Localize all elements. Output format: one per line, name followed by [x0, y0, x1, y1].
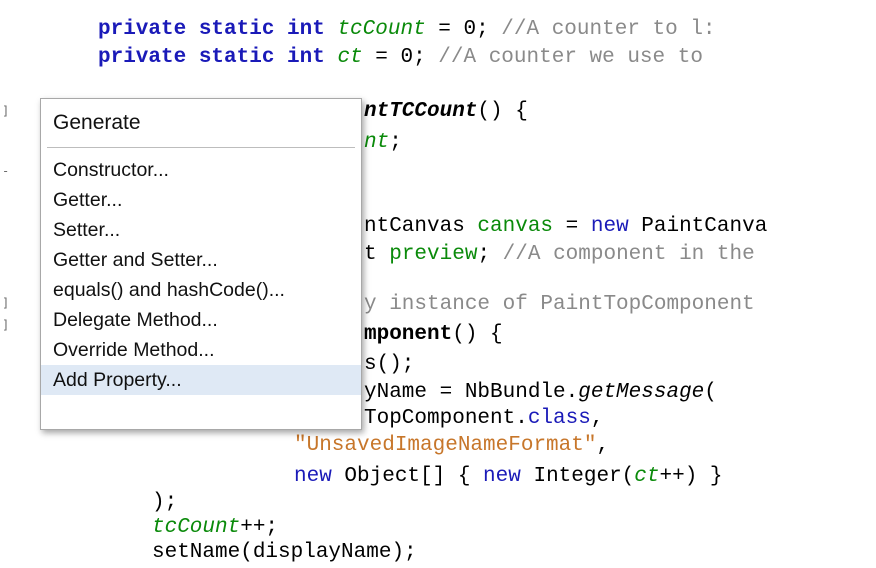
code-token: ct	[337, 46, 363, 69]
code-token: getMessage	[578, 381, 705, 404]
code-token: ;	[477, 243, 503, 266]
code-token: = 0;	[425, 18, 502, 41]
code-token: preview	[389, 243, 478, 266]
code-token: new	[590, 215, 629, 238]
menu-item-getter[interactable]: Getter...	[41, 185, 361, 215]
code-token: = 0;	[362, 46, 439, 69]
code-line: new Object[] { new Integer(ct++) }	[294, 462, 723, 492]
menu-item-override-method[interactable]: Override Method...	[41, 335, 361, 365]
code-line: private static int ct = 0; //A counter w…	[98, 43, 703, 73]
code-token: =	[553, 215, 591, 238]
menu-item-delegate-method[interactable]: Delegate Method...	[41, 305, 361, 335]
code-token: ,	[596, 434, 610, 457]
fold-marker-icon[interactable]: ]	[2, 318, 9, 332]
code-token: Object[] {	[331, 465, 484, 488]
fold-marker-icon[interactable]: ]	[2, 104, 9, 118]
code-token: "UnsavedImageNameFormat"	[294, 434, 597, 457]
code-token: (	[704, 381, 717, 404]
code-token: //A counter to l:	[501, 18, 716, 41]
code-token: nt	[364, 131, 390, 154]
code-token: y instance of PaintTopComponent	[364, 293, 755, 316]
code-token: yName = NbBundle.	[364, 381, 579, 404]
code-token: //A component in the	[502, 243, 755, 266]
code-line: t preview; //A component in the	[364, 240, 755, 270]
code-line: s();	[364, 350, 414, 380]
code-token: mponent	[364, 323, 453, 346]
code-token: private static int	[98, 18, 338, 41]
code-line: private static int tcCount = 0; //A coun…	[98, 15, 716, 45]
menu-title: Generate	[53, 111, 141, 134]
code-token: new	[294, 465, 332, 488]
code-token: ;	[389, 131, 402, 154]
code-token: );	[152, 491, 178, 514]
code-token: ,	[590, 407, 604, 430]
code-token: new	[483, 465, 521, 488]
code-token: TopComponent.	[364, 407, 528, 430]
code-token: ntCanvas	[364, 215, 478, 238]
code-token: t	[364, 243, 390, 266]
code-token: class	[527, 407, 591, 430]
menu-separator	[47, 147, 355, 148]
code-line: TopComponent.class,	[364, 404, 603, 434]
code-token: s();	[364, 353, 415, 376]
code-line: ntTCCount() {	[364, 97, 528, 127]
code-token: canvas	[477, 215, 554, 238]
code-token: setName(displayName);	[152, 541, 417, 564]
code-token: tcCount	[337, 18, 426, 41]
code-token: PaintCanva	[628, 215, 768, 238]
menu-item-setter[interactable]: Setter...	[41, 215, 361, 245]
code-token: //A counter we use to	[438, 46, 703, 69]
generate-popup-menu: Generate Constructor... Getter... Setter…	[40, 98, 362, 430]
code-line: ntCanvas canvas = new PaintCanva	[364, 212, 767, 242]
code-token: ct	[634, 465, 660, 488]
code-token: tcCount	[152, 516, 241, 539]
code-line: mponent() {	[364, 320, 503, 350]
code-token: ++;	[240, 516, 279, 539]
code-line: setName(displayName);	[152, 538, 417, 568]
code-token: Integer(	[520, 465, 635, 488]
menu-item-equals-hashcode[interactable]: equals() and hashCode()...	[41, 275, 361, 305]
code-token: () {	[477, 100, 528, 123]
code-line: nt;	[364, 128, 402, 158]
code-token: () {	[452, 323, 503, 346]
menu-item-constructor[interactable]: Constructor...	[41, 155, 361, 185]
code-token: ntTCCount	[364, 100, 478, 123]
code-token: ++) }	[659, 465, 723, 488]
menu-item-add-property[interactable]: Add Property...	[41, 365, 361, 395]
menu-item-getter-and-setter[interactable]: Getter and Setter...	[41, 245, 361, 275]
fold-marker-icon[interactable]: ]	[2, 296, 9, 310]
code-line: y instance of PaintTopComponent	[364, 290, 755, 320]
code-token: private static int	[98, 46, 338, 69]
fold-marker-icon[interactable]: -	[2, 164, 9, 178]
code-line: "UnsavedImageNameFormat",	[294, 431, 609, 461]
